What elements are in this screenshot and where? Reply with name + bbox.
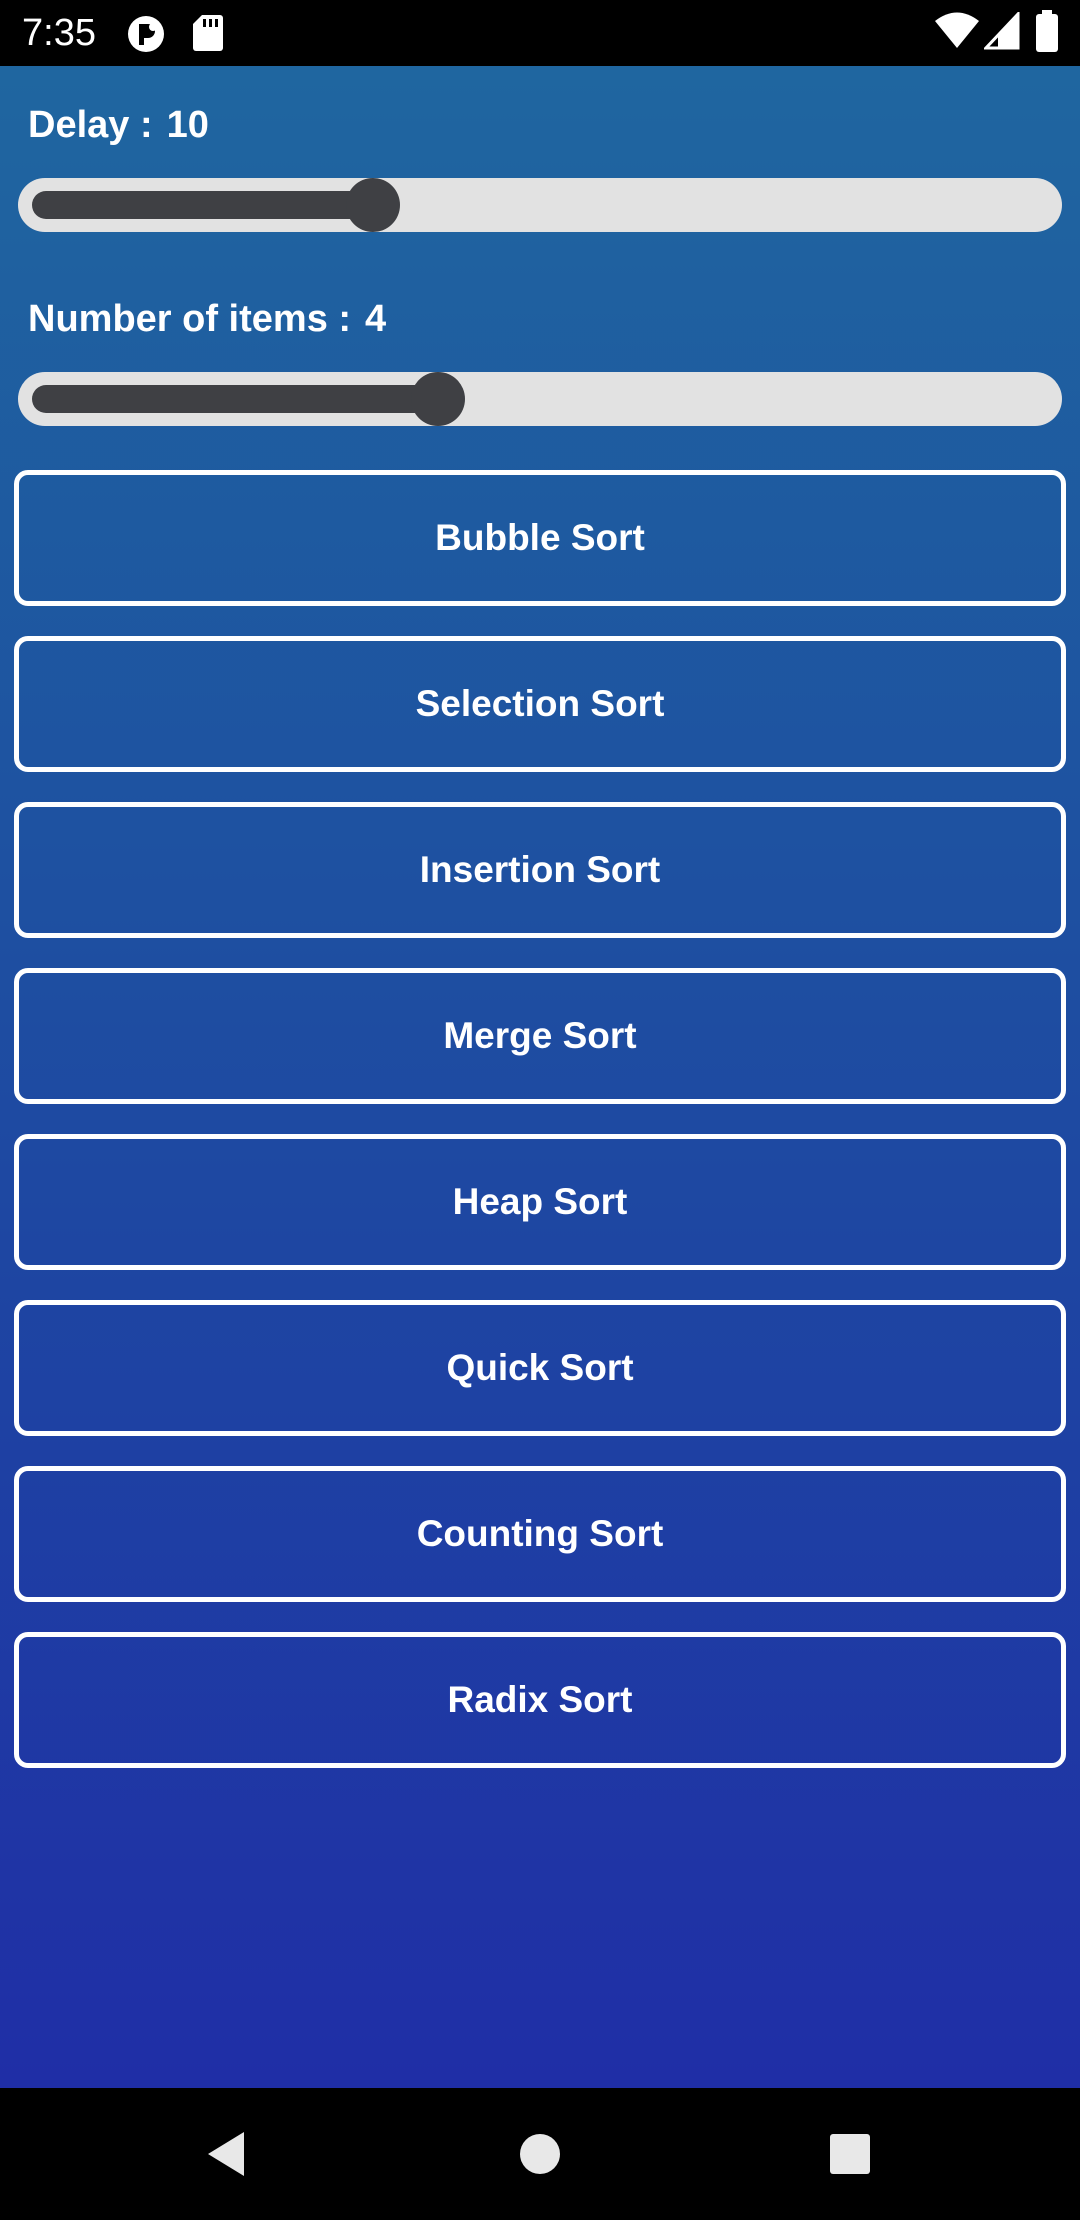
quick-sort-button[interactable]: Quick Sort <box>14 1300 1066 1436</box>
items-slider-thumb[interactable] <box>411 372 466 426</box>
insertion-sort-button[interactable]: Insertion Sort <box>14 802 1066 938</box>
bubble-sort-button[interactable]: Bubble Sort <box>14 470 1066 606</box>
delay-slider-thumb[interactable] <box>346 178 401 232</box>
items-label: Number of items : <box>28 298 352 340</box>
counting-sort-button[interactable]: Counting Sort <box>14 1466 1066 1602</box>
sd-card-icon <box>192 14 224 57</box>
items-value: 4 <box>365 298 387 340</box>
selection-sort-button[interactable]: Selection Sort <box>14 636 1066 772</box>
radix-sort-button[interactable]: Radix Sort <box>14 1632 1066 1768</box>
heap-sort-button[interactable]: Heap Sort <box>14 1134 1066 1270</box>
app-notification-icon <box>126 14 166 59</box>
delay-label-row: Delay : 10 <box>28 102 209 148</box>
back-icon[interactable] <box>188 2116 264 2192</box>
status-time: 7:35 <box>22 12 96 54</box>
delay-value: 10 <box>166 104 209 146</box>
delay-slider[interactable] <box>18 178 1062 232</box>
navigation-bar <box>0 2088 1080 2220</box>
cellular-signal-icon <box>982 10 1020 55</box>
items-label-row: Number of items : 4 <box>28 296 386 342</box>
wifi-icon <box>934 12 980 55</box>
home-icon[interactable] <box>502 2116 578 2192</box>
merge-sort-button[interactable]: Merge Sort <box>14 968 1066 1104</box>
status-bar: 7:35 <box>0 0 1080 66</box>
delay-slider-fill <box>32 191 374 219</box>
app-screen: 7:35 Delay: 10 Number of items: 4 Bubb… <box>0 0 1080 2220</box>
items-slider[interactable] <box>18 372 1062 426</box>
sort-button-list: Bubble Sort Selection Sort Insertion Sor… <box>14 470 1066 1798</box>
main-content: Delay : 10 Number of items : 4 Bubble Sort… <box>0 66 1080 2088</box>
recents-icon[interactable] <box>812 2116 888 2192</box>
delay-label: Delay : <box>28 104 153 146</box>
battery-icon <box>1036 10 1058 57</box>
items-slider-fill <box>32 385 439 413</box>
